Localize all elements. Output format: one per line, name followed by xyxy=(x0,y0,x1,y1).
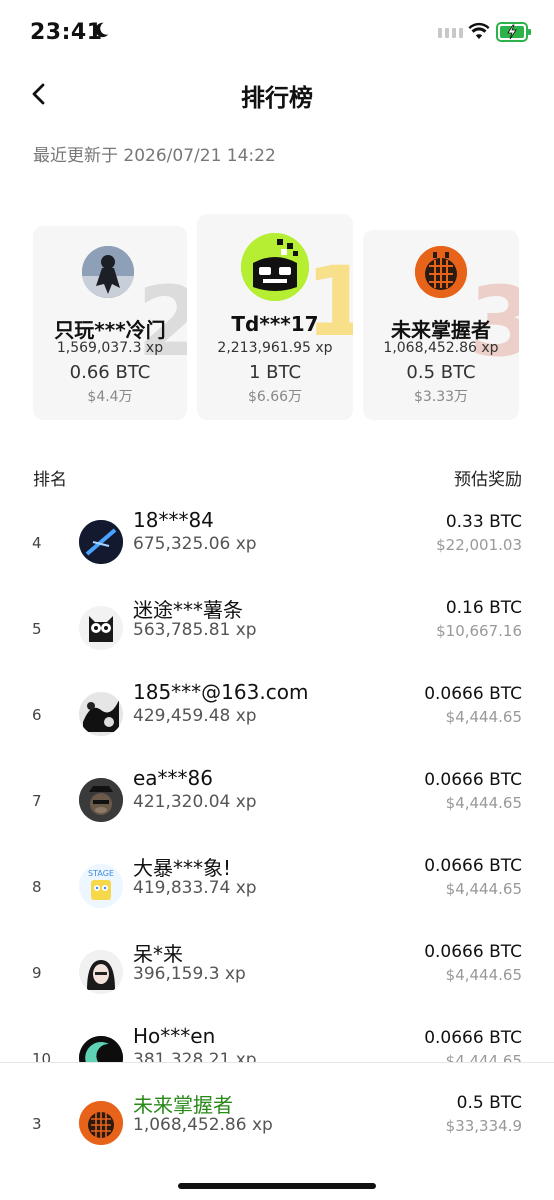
reward-usd: $4,444.65 xyxy=(445,966,522,984)
list-item[interactable]: 5 迷途***薯条 563,785.81 xp 0.16 BTC $10,667… xyxy=(0,596,554,682)
podium-btc: 0.5 BTC xyxy=(406,362,476,383)
user-xp: 675,325.06 xp xyxy=(133,534,257,554)
podium-usd: $3.33万 xyxy=(413,389,469,405)
podium-xp: 2,213,961.95 xp xyxy=(217,340,333,356)
reward-btc: 0.16 BTC xyxy=(445,598,522,618)
podium-name: Td***17 xyxy=(231,312,319,336)
podium-name: 只玩***冷门 xyxy=(54,318,166,342)
user-xp: 396,159.3 xp xyxy=(133,964,246,984)
wifi-icon xyxy=(468,22,490,39)
reward-btc: 0.0666 BTC xyxy=(424,856,522,876)
black-cat-avatar xyxy=(241,233,309,301)
list-item[interactable]: 8 STAGE 大暴***象! 419,833.74 xp 0.0666 BTC… xyxy=(0,854,554,940)
kayak-avatar xyxy=(79,520,123,564)
rank-number: 5 xyxy=(32,620,42,638)
list-item[interactable]: 7 ea***86 421,320.04 xp 0.0666 BTC $4,44… xyxy=(0,766,554,854)
girl-avatar xyxy=(79,950,123,994)
podium-btc: 0.66 BTC xyxy=(69,362,151,383)
podium-xp: 1,569,037.3 xp xyxy=(56,340,164,356)
reward-btc: 0.5 BTC xyxy=(456,1093,522,1113)
status-bar: 23:41 xyxy=(0,0,554,68)
user-name: Ho***en xyxy=(133,1024,216,1048)
orange-pattern-avatar xyxy=(415,246,467,298)
my-rank-bar[interactable]: 3 未来掌握者 1,068,452.86 xp 0.5 BTC $33,334.… xyxy=(0,1062,554,1200)
owl-avatar xyxy=(79,606,123,650)
rank-number: 6 xyxy=(32,706,42,724)
rank-number: 8 xyxy=(32,878,42,896)
podium-card-third[interactable]: 3 未来掌握者 1,068,452.86 xp 0.5 BTC $3.33万 xyxy=(363,230,519,420)
podium-usd: $6.66万 xyxy=(247,389,303,405)
svg-text:STAGE: STAGE xyxy=(88,869,114,878)
reward-btc: 0.0666 BTC xyxy=(424,1028,522,1048)
reward-column-header: 预估奖励 xyxy=(454,470,522,490)
ink-avatar xyxy=(79,692,123,736)
rank-number: 3 xyxy=(32,1115,42,1133)
user-name: 迷途***薯条 xyxy=(133,598,243,622)
reward-usd: $33,334.9 xyxy=(445,1117,522,1135)
battery-charging-icon xyxy=(496,22,531,42)
orange-pattern-avatar xyxy=(79,1101,123,1145)
user-xp: 429,459.48 xp xyxy=(133,706,257,726)
rank-column-header: 排名 xyxy=(33,470,67,490)
podium-xp: 1,068,452.86 xp xyxy=(383,340,499,356)
rank-number: 4 xyxy=(32,534,42,552)
reward-btc: 0.0666 BTC xyxy=(424,684,522,704)
user-name: 未来掌握者 xyxy=(133,1093,233,1117)
last-updated-text: 最近更新于 2026/07/21 14:22 xyxy=(33,146,276,166)
reward-btc: 0.0666 BTC xyxy=(424,770,522,790)
reward-btc: 0.33 BTC xyxy=(445,512,522,532)
user-name: 大暴***象! xyxy=(133,856,232,880)
reward-btc: 0.0666 BTC xyxy=(424,942,522,962)
list-item[interactable]: 9 呆*来 396,159.3 xp 0.0666 BTC $4,444.65 xyxy=(0,940,554,1026)
dancer-avatar xyxy=(82,246,134,298)
sponge-avatar: STAGE xyxy=(79,864,123,908)
home-indicator xyxy=(178,1183,376,1189)
reward-usd: $4,444.65 xyxy=(445,880,522,898)
list-item[interactable]: 4 18***84 675,325.06 xp 0.33 BTC $22,001… xyxy=(0,508,554,596)
list-item[interactable]: 6 185***@163.com 429,459.48 xp 0.0666 BT… xyxy=(0,680,554,768)
user-name: 呆*来 xyxy=(133,942,183,966)
user-name: 185***@163.com xyxy=(133,680,309,704)
user-xp: 421,320.04 xp xyxy=(133,792,257,812)
my-rank-row[interactable]: 3 未来掌握者 1,068,452.86 xp 0.5 BTC $33,334.… xyxy=(0,1091,554,1177)
ape-avatar xyxy=(79,778,123,822)
reward-usd: $4,444.65 xyxy=(445,708,522,726)
moon-icon xyxy=(95,22,109,38)
user-xp: 419,833.74 xp xyxy=(133,878,257,898)
podium-usd: $4.4万 xyxy=(87,389,133,405)
podium-name: 未来掌握者 xyxy=(391,318,491,342)
podium-card-first[interactable]: 1 Td***17 2,213,961.95 xp 1 BTC $6.66万 xyxy=(197,214,353,420)
user-xp: 1,068,452.86 xp xyxy=(133,1115,273,1135)
user-name: ea***86 xyxy=(133,766,214,790)
page-title: 排行榜 xyxy=(241,84,313,112)
user-name: 18***84 xyxy=(133,508,214,532)
podium-card-second[interactable]: 2 只玩***冷门 1,569,037.3 xp 0.66 BTC $4.4万 xyxy=(33,226,187,420)
reward-usd: $10,667.16 xyxy=(436,622,522,640)
rank-number: 7 xyxy=(32,792,42,810)
podium-btc: 1 BTC xyxy=(248,362,302,383)
reward-usd: $22,001.03 xyxy=(436,536,522,554)
leaderboard-screen: 23:41 排行榜 最近更新于 2026/07/21 14:22 2 只玩***… xyxy=(0,0,554,1200)
rank-number: 9 xyxy=(32,964,42,982)
reward-usd: $4,444.65 xyxy=(445,794,522,812)
user-xp: 563,785.81 xp xyxy=(133,620,257,640)
cellular-signal-icon xyxy=(438,28,463,38)
